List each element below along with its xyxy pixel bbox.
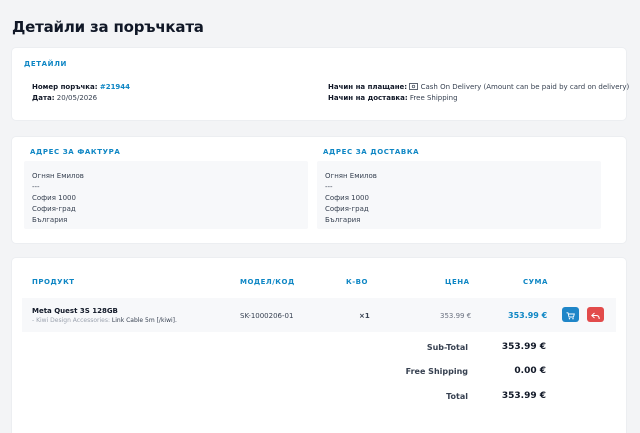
payment-method-line: Начин на плащане: Cash On Delivery (Amou… — [328, 83, 629, 92]
shipping-method-line: Начин на доставка: Free Shipping — [328, 94, 458, 102]
product-sum: 353.99 € — [508, 311, 548, 320]
delivery-address-line: България — [325, 216, 361, 224]
shipping-method-value: Free Shipping — [409, 94, 458, 102]
order-date-line: Дата: 20/05/2026 — [32, 94, 97, 102]
order-date-label: Дата: — [32, 94, 55, 102]
order-number-link[interactable]: #21944 — [100, 83, 130, 91]
details-section-title: ДЕТАЙЛИ — [24, 60, 67, 68]
column-header-price: ЦЕНА — [445, 278, 470, 286]
order-date-value: 20/05/2026 — [56, 94, 98, 102]
order-number-label: Номер поръчка: — [32, 83, 98, 91]
product-price: 353.99 € — [440, 312, 472, 320]
shipping-method-label: Начин на доставка: — [328, 94, 408, 102]
column-header-qty: К-ВО — [346, 278, 368, 286]
delivery-address-line: Огнян Емилов — [325, 172, 377, 180]
cash-icon — [409, 83, 419, 92]
column-header-product: ПРОДУКТ — [32, 278, 75, 286]
addresses-card: АДРЕС ЗА ФАКТУРА Огнян Емилов --- София … — [12, 137, 626, 243]
billing-address-line: България — [32, 216, 68, 224]
column-header-model: МОДЕЛ/КОД — [240, 278, 295, 286]
page-title: Детайли за поръчката — [12, 18, 204, 36]
payment-method-label: Начин на плащане: — [328, 83, 408, 91]
billing-address-line: София 1000 — [32, 194, 76, 202]
billing-address-line: Огнян Емилов — [32, 172, 84, 180]
delivery-address-line: София-град — [325, 205, 369, 213]
product-option: - Kiwi Design Accessories: Link Cable 5m… — [32, 317, 177, 324]
product-model: SK-1000206-01 — [240, 312, 294, 320]
reorder-button[interactable] — [562, 307, 579, 322]
product-option-label: - Kiwi Design Accessories: — [32, 317, 110, 324]
reply-icon — [591, 305, 600, 324]
shipping-total-value: 0.00 € — [514, 366, 546, 376]
product-name: Meta Quest 3S 128GB — [32, 307, 118, 315]
products-card: ПРОДУКТ МОДЕЛ/КОД К-ВО ЦЕНА СУМА Meta Qu… — [12, 258, 626, 433]
subtotal-label: Sub-Total — [426, 343, 468, 352]
delivery-address-title: АДРЕС ЗА ДОСТАВКА — [323, 148, 420, 156]
billing-address-box: Огнян Емилов --- София 1000 София-град Б… — [24, 161, 308, 229]
delivery-address-box: Огнян Емилов --- София 1000 София-град Б… — [317, 161, 601, 229]
grand-total-value: 353.99 € — [501, 391, 546, 401]
billing-address-line: --- — [32, 183, 40, 191]
product-option-value: Link Cable 5m [/kiwi]. — [111, 317, 177, 324]
column-header-sum: СУМА — [523, 278, 548, 286]
billing-address-line: София-град — [32, 205, 76, 213]
shopping-cart-icon — [566, 305, 575, 324]
return-button[interactable] — [587, 307, 604, 322]
table-row: Meta Quest 3S 128GB - Kiwi Design Access… — [22, 298, 616, 332]
order-number-line: Номер поръчка: #21944 — [32, 83, 130, 91]
shipping-total-label: Free Shipping — [405, 367, 468, 376]
product-qty: ×1 — [359, 312, 370, 320]
delivery-address-line: София 1000 — [325, 194, 369, 202]
delivery-address-line: --- — [325, 183, 333, 191]
grand-total-label: Total — [446, 392, 468, 401]
billing-address-title: АДРЕС ЗА ФАКТУРА — [30, 148, 121, 156]
subtotal-value: 353.99 € — [501, 342, 546, 352]
payment-method-value: Cash On Delivery (Amount can be paid by … — [420, 83, 630, 91]
order-details-card: ДЕТАЙЛИ Номер поръчка: #21944 Дата: 20/0… — [12, 48, 629, 120]
